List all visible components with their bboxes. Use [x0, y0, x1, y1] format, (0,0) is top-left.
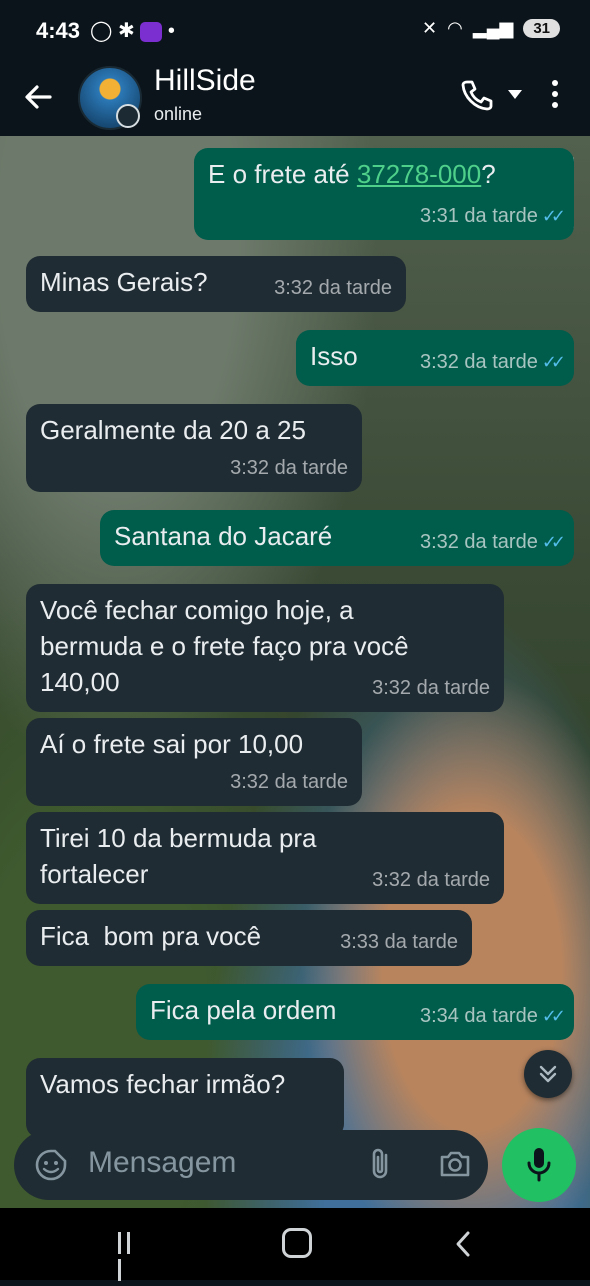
read-receipt-icon: ✓✓: [541, 352, 566, 372]
home-icon[interactable]: [282, 1228, 312, 1258]
message-time: 3:32 da tarde: [274, 277, 392, 299]
message-text-line: Você fechar comigo hoje, a: [40, 595, 354, 625]
microphone-icon: [527, 1148, 551, 1182]
message-text: Fica pela ordem: [150, 995, 337, 1025]
message-text: Santana do Jacaré: [114, 521, 333, 551]
message-meta: 3:34 da tarde ✓✓: [419, 998, 566, 1034]
message-time: 3:32 da tarde: [230, 771, 348, 793]
notification-dot-icon: •: [167, 20, 175, 42]
system-navigation-bar: [0, 1208, 590, 1281]
notification-icons: ◯ ✱ •: [90, 18, 175, 43]
message-meta: 3:31 da tarde ✓✓: [419, 198, 566, 234]
chat-messages[interactable]: E o frete até 37278-000? 3:31 da tarde ✓✓…: [0, 136, 590, 1208]
read-receipt-icon: ✓✓: [541, 206, 566, 226]
message-time: 3:34 da tarde: [419, 1005, 538, 1027]
message-link[interactable]: 37278-000: [357, 159, 481, 189]
wifi-icon: ◠: [447, 18, 463, 38]
message-incoming[interactable]: Aí o frete sai por 10,00 3:32 da tarde: [26, 718, 362, 806]
read-receipt-icon: ✓✓: [541, 1006, 566, 1026]
back-arrow-icon[interactable]: [20, 78, 58, 116]
battery-indicator: 31: [523, 19, 560, 38]
whatsapp-icon: ◯: [90, 20, 113, 42]
mute-icon: ✕: [422, 18, 438, 38]
message-text: Isso: [310, 341, 358, 371]
message-text: E o frete até: [208, 159, 357, 189]
olx-icon: [140, 21, 163, 42]
chat-header: HillSide online: [0, 62, 590, 136]
message-text-suffix: ?: [481, 159, 496, 189]
message-text-line: bermuda e o frete faço pra você: [40, 631, 409, 661]
status-time: 4:43: [36, 18, 81, 43]
attach-paperclip-icon[interactable]: [366, 1146, 396, 1182]
message-time: 3:32 da tarde: [230, 457, 348, 479]
nav-back-icon[interactable]: [452, 1230, 474, 1258]
message-meta: 3:32 da tarde ✓✓: [419, 344, 566, 380]
read-receipt-icon: ✓✓: [541, 532, 566, 552]
message-meta: 3:32 da tarde: [230, 450, 348, 486]
message-outgoing[interactable]: Santana do Jacaré 3:32 da tarde ✓✓: [100, 510, 574, 566]
message-meta: 3:32 da tarde: [274, 270, 392, 306]
sticker-emoji-icon[interactable]: [34, 1148, 68, 1182]
message-meta: 3:32 da tarde: [372, 862, 490, 898]
message-text: Geralmente da 20 a 25: [40, 415, 306, 445]
call-options-chevron-down-icon[interactable]: [508, 90, 522, 99]
message-text: Minas Gerais?: [40, 267, 208, 297]
message-meta: 3:32 da tarde ✓✓: [419, 524, 566, 560]
message-time: 3:31 da tarde: [419, 205, 538, 227]
message-meta: 3:32 da tarde: [372, 670, 490, 706]
camera-icon[interactable]: [438, 1148, 472, 1180]
message-meta: 3:32 da tarde: [230, 764, 348, 800]
message-time: 3:32 da tarde: [372, 677, 490, 699]
message-outgoing[interactable]: Isso 3:32 da tarde ✓✓: [296, 330, 574, 386]
message-outgoing[interactable]: E o frete até 37278-000? 3:31 da tarde ✓✓: [194, 148, 574, 240]
accessibility-icon: ✱: [117, 20, 135, 42]
voice-message-button[interactable]: [502, 1128, 576, 1202]
message-incoming[interactable]: Vamos fechar irmão?: [26, 1058, 344, 1138]
recent-apps-icon[interactable]: [118, 1232, 144, 1281]
message-text-line: Tirei 10 da bermuda pra: [40, 823, 317, 853]
contact-name[interactable]: HillSide: [154, 64, 256, 98]
message-time: 3:32 da tarde: [419, 351, 538, 373]
contact-status: online: [154, 104, 203, 124]
double-chevron-down-icon: [539, 1065, 557, 1083]
phone-call-icon[interactable]: [460, 78, 494, 112]
signal-icon: ▂▄▆: [472, 18, 514, 38]
message-meta: 3:33 da tarde: [340, 924, 458, 960]
message-input[interactable]: Mensagem: [88, 1146, 236, 1180]
message-composer[interactable]: Mensagem: [14, 1130, 488, 1200]
message-time: 3:32 da tarde: [419, 531, 538, 553]
message-time: 3:32 da tarde: [372, 869, 490, 891]
message-time: 3:33 da tarde: [340, 931, 458, 953]
scroll-to-bottom-button[interactable]: [524, 1050, 572, 1098]
message-incoming[interactable]: Geralmente da 20 a 25 3:32 da tarde: [26, 404, 362, 492]
message-incoming[interactable]: Minas Gerais? 3:32 da tarde: [26, 256, 406, 312]
message-incoming[interactable]: Fica bom pra você 3:33 da tarde: [26, 910, 472, 966]
status-right: ✕ ◠ ▂▄▆ 31: [422, 18, 560, 39]
message-incoming[interactable]: Você fechar comigo hoje, a bermuda e o f…: [26, 584, 504, 712]
message-text: Aí o frete sai por 10,00: [40, 729, 304, 759]
message-text: Vamos fechar irmão?: [40, 1069, 286, 1099]
message-text: Fica bom pra você: [40, 921, 262, 951]
message-outgoing[interactable]: Fica pela ordem 3:34 da tarde ✓✓: [136, 984, 574, 1040]
disappearing-timer-icon: [116, 104, 140, 128]
more-options-icon[interactable]: [552, 80, 560, 113]
status-bar: 4:43 ◯ ✱ • ✕ ◠ ▂▄▆ 31: [0, 0, 590, 62]
message-incoming[interactable]: Tirei 10 da bermuda pra fortalecer 3:32 …: [26, 812, 504, 904]
